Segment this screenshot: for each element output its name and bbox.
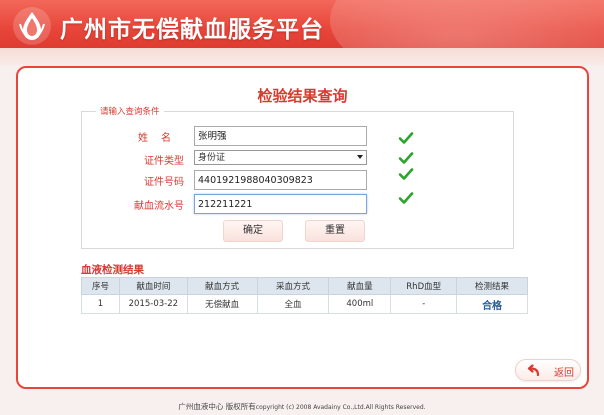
cell-donation-type: 无偿献血 [186, 294, 258, 314]
form-legend: 请输入查询条件 [96, 105, 164, 117]
footer: 广州血液中心 版权所有copyright (c) 2008 Avadainy C… [0, 401, 604, 412]
back-arrow-icon [527, 364, 540, 377]
col-header: 采血方式 [256, 277, 330, 295]
checkmark-icon [398, 168, 414, 180]
id-type-select[interactable]: 身份证 [194, 150, 367, 165]
checkmark-icon [398, 132, 414, 144]
name-row: 姓名 张明强 [82, 126, 515, 146]
blood-drop-logo-icon [13, 7, 51, 45]
serial-input[interactable]: 212211221 [194, 194, 367, 214]
col-header: 献血量 [328, 277, 392, 295]
site-header: 广州市无偿献血服务平台 [0, 0, 604, 52]
query-card: 检验结果查询 请输入查询条件 姓名 张明强 证件类型 身份证 证件号码 4401… [16, 66, 589, 389]
id-type-row: 证件类型 身份证 [82, 149, 515, 169]
footer-copyright: copyright (c) 2008 Avadainy Co.,Ltd.All … [255, 404, 426, 411]
results-header-row: 序号 献血时间 献血方式 采血方式 献血量 RhD血型 检测结果 [81, 277, 528, 295]
checkmark-icon [398, 192, 414, 204]
query-form: 请输入查询条件 姓名 张明强 证件类型 身份证 证件号码 44019219880… [81, 105, 515, 249]
cell-index: 1 [81, 294, 120, 314]
col-header: 检测结果 [456, 277, 528, 295]
col-header: RhD血型 [390, 277, 458, 295]
table-row: 1 2015-03-22 无偿献血 全血 400ml - 合格 [81, 294, 528, 314]
confirm-button[interactable]: 确定 [223, 220, 283, 242]
cell-date: 2015-03-22 [118, 294, 188, 314]
page-title: 检验结果查询 [257, 87, 348, 105]
footer-org: 广州血液中心 [178, 402, 224, 411]
cell-rhd: - [390, 294, 458, 314]
header-ribbon [0, 48, 604, 66]
results-title: 血液检测结果 [81, 264, 144, 276]
chevron-down-icon [357, 155, 363, 159]
col-header: 献血方式 [186, 277, 258, 295]
cell-result: 合格 [456, 294, 528, 314]
site-title: 广州市无偿献血服务平台 [60, 16, 324, 43]
id-number-input[interactable]: 440192198804030982​3 [194, 170, 367, 190]
reset-button[interactable]: 重置 [305, 220, 365, 242]
back-button[interactable]: 返回 [515, 359, 581, 381]
name-input[interactable]: 张明强 [194, 126, 367, 146]
id-number-row: 证件号码 440192198804030982​3 [82, 168, 515, 190]
serial-label: 献血流水号 [134, 201, 184, 212]
back-label: 返回 [554, 368, 574, 379]
col-header: 献血时间 [118, 277, 188, 295]
cell-collection-method: 全血 [256, 294, 330, 314]
serial-row: 献血流水号 212211221 [82, 192, 515, 214]
cell-volume: 400ml [328, 294, 392, 314]
footer-rights: 版权所有 [225, 402, 256, 411]
col-header: 序号 [81, 277, 120, 295]
id-type-label: 证件类型 [144, 156, 184, 167]
id-number-label: 证件号码 [144, 177, 184, 188]
id-type-selected: 身份证 [198, 153, 226, 163]
checkmark-icon [398, 152, 414, 164]
name-label: 姓名 [138, 133, 184, 144]
results-table: 序号 献血时间 献血方式 采血方式 献血量 RhD血型 检测结果 1 2015-… [81, 277, 528, 314]
